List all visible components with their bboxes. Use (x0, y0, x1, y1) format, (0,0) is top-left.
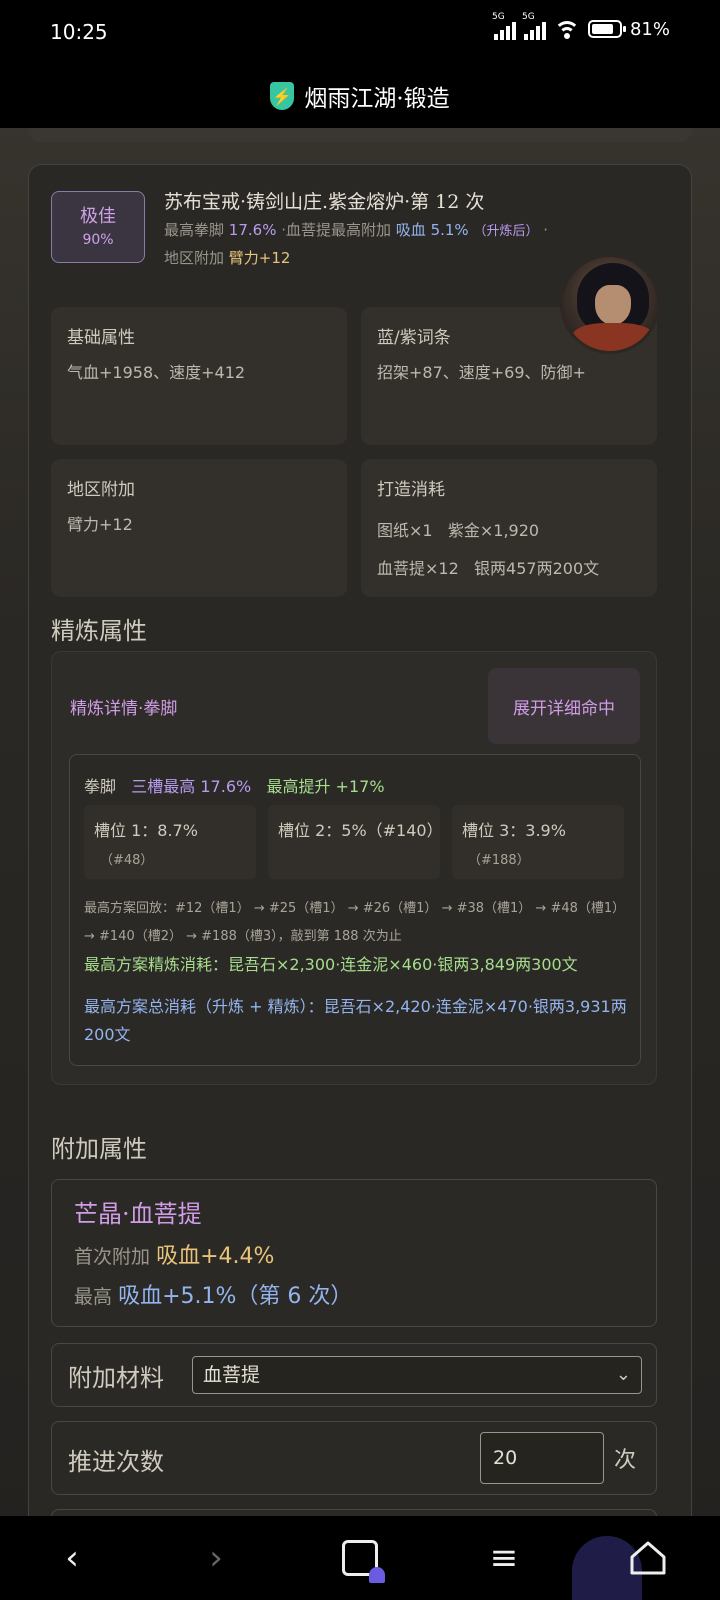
extra-attribute-card: 芒晶·血菩提 首次附加 吸血+4.4% 最高 吸血+5.1%（第 6 次） (51, 1179, 657, 1327)
menu-icon: ≡ (489, 1538, 519, 1578)
browser-nav-bar: ‹ › ≡ (0, 1516, 720, 1600)
slot-3-index: （#188） (468, 853, 530, 868)
status-icons: 5G 5G 81% (492, 12, 670, 40)
slot-card-3: 槽位 3：3.9% （#188） (452, 805, 624, 879)
previous-card-edge (28, 128, 692, 142)
base-stats-box: 基础属性 气血+1958、速度+412 (51, 307, 347, 445)
menu-button[interactable]: ≡ (478, 1536, 530, 1580)
extra-section-title: 附加属性 (51, 1135, 147, 1163)
avatar-face (595, 285, 631, 325)
signal-icon-2: 5G (522, 12, 546, 40)
refine-panel: 精炼详情·拳脚 展开详细命中 拳脚 三槽最高 17.6% 最高提升 +17% 槽… (51, 651, 657, 1085)
home-button[interactable] (622, 1536, 674, 1580)
app-titlebar: ⚡ 烟雨江湖·锻造 (0, 64, 720, 128)
material-selected-value: 血菩提 (203, 1364, 261, 1386)
slot-card-2: 槽位 2：5%（#140） (268, 805, 443, 879)
status-bar: 10:25 5G 5G 81% (0, 0, 720, 64)
chevron-right-icon: › (209, 1538, 223, 1578)
shield-bolt-icon: ⚡ (270, 82, 295, 110)
slot-1-index: （#48） (100, 853, 154, 868)
extra-name: 芒晶·血菩提 (74, 1200, 202, 1228)
chevron-down-icon: ⌄ (615, 1364, 631, 1385)
region-value: 臂力+12 (67, 515, 133, 534)
home-icon (630, 1541, 666, 1575)
first-extra-line: 首次附加 吸血+4.4% (74, 1244, 275, 1269)
base-stats-label: 基础属性 (67, 328, 135, 348)
chevron-left-icon: ‹ (65, 1538, 79, 1578)
app-title: 烟雨江湖·锻造 (304, 86, 450, 112)
best-plan-total-cost: 最高方案总消耗（升炼 + 精炼）：昆吾石×2,420·连金泥×470·银两3,9… (84, 997, 627, 1044)
forward-button[interactable]: › (190, 1536, 242, 1580)
slot-1-value: 槽位 1：8.7% (94, 821, 198, 840)
count-unit: 次 (614, 1448, 637, 1473)
best-plan-replay: 最高方案回放：#12（槽1） → #25（槽1） → #26（槽1） → #38… (84, 901, 626, 944)
back-button[interactable]: ‹ (46, 1536, 98, 1580)
page-content[interactable]: 极佳 90% 苏布宝戒·铸剑山庄.紫金熔炉·第 12 次 最高拳脚 17.6% … (0, 128, 720, 1516)
count-row: 推进次数 20 次 (51, 1421, 657, 1495)
tabs-icon (342, 1540, 385, 1583)
clock: 10:25 (50, 20, 108, 44)
affix-value: 招架+87、速度+69、防御+ (377, 363, 586, 382)
rank-percent: 90% (82, 232, 114, 248)
battery-percent: 81% (629, 18, 670, 40)
forge-cost-label: 打造消耗 (377, 480, 445, 500)
slot-3-value: 槽位 3：3.9% (462, 821, 566, 840)
wifi-icon (553, 19, 580, 39)
slot-2-value: 槽位 2：5%（#140） (278, 821, 443, 840)
base-stats-value: 气血+1958、速度+412 (67, 363, 246, 382)
count-label: 推进次数 (68, 1448, 164, 1476)
material-row: 附加材料 血菩提 ⌄ (51, 1343, 657, 1407)
forge-cost-line1: 图纸×1 紫金×1,920 (377, 521, 540, 540)
expand-details-button[interactable]: 展开详细命中 (488, 668, 640, 744)
best-plan-refine-cost: 最高方案精炼消耗：昆吾石×2,300·连金泥×460·银两3,849两300文 (84, 955, 578, 974)
tabs-button[interactable] (334, 1536, 386, 1583)
forge-cost-box: 打造消耗 图纸×1 紫金×1,920 血菩提×12 银两457两200文 (361, 459, 657, 597)
forge-cost-line2: 血菩提×12 银两457两200文 (377, 559, 600, 578)
refine-summary-row: 拳脚 三槽最高 17.6% 最高提升 +17% (84, 777, 385, 796)
floating-avatar[interactable] (560, 254, 660, 354)
material-select[interactable]: 血菩提 ⌄ (192, 1356, 642, 1394)
forge-result-card: 极佳 90% 苏布宝戒·铸剑山庄.紫金熔炉·第 12 次 最高拳脚 17.6% … (28, 164, 692, 1516)
refine-details: 拳脚 三槽最高 17.6% 最高提升 +17% 槽位 1：8.7% （#48） … (69, 754, 641, 1066)
material-label: 附加材料 (68, 1364, 164, 1392)
max-extra-line: 最高 吸血+5.1%（第 6 次） (74, 1284, 353, 1309)
signal-icon: 5G (492, 12, 516, 40)
battery-icon (587, 20, 626, 38)
count-input[interactable]: 20 (480, 1432, 604, 1484)
avatar-scarf (573, 323, 653, 351)
region-bonus-box: 地区附加 臂力+12 (51, 459, 347, 597)
rank-badge: 极佳 90% (51, 191, 145, 263)
result-title: 苏布宝戒·铸剑山庄.紫金熔炉·第 12 次 (164, 191, 485, 213)
affix-label: 蓝/紫词条 (377, 328, 451, 348)
refine-section-title: 精炼属性 (51, 617, 147, 645)
refine-detail-heading: 精炼详情·拳脚 (70, 699, 178, 719)
rank-label: 极佳 (80, 206, 116, 227)
slot-card-1: 槽位 1：8.7% （#48） (84, 805, 256, 879)
next-row-partial (51, 1509, 657, 1516)
region-label: 地区附加 (67, 480, 135, 500)
